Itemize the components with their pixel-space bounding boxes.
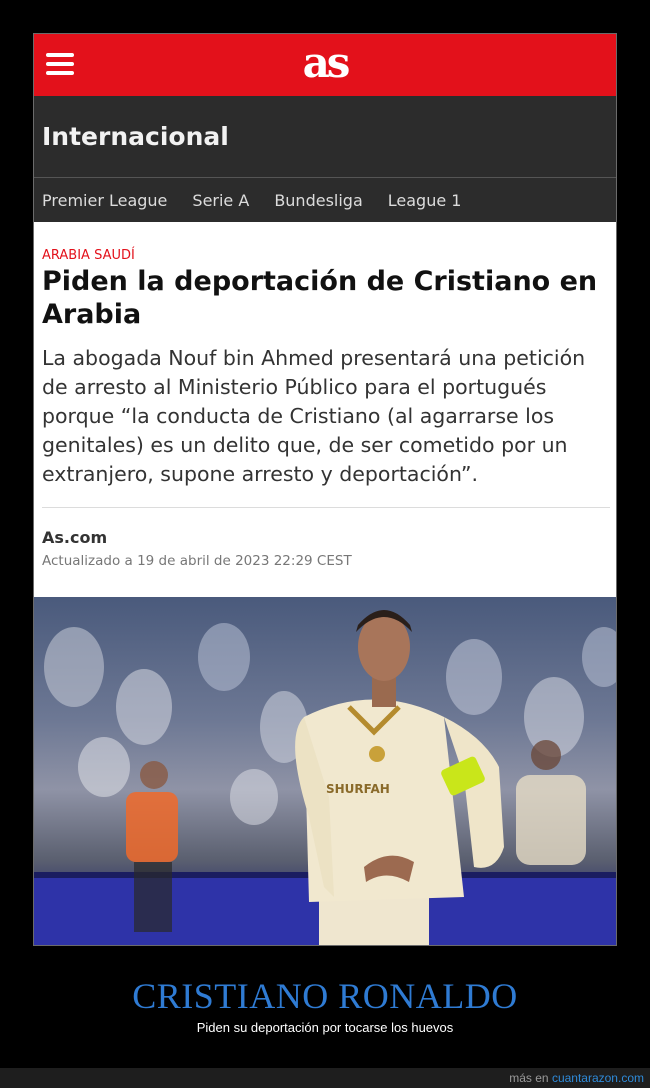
nav-item-league-1[interactable]: League 1 [388, 191, 462, 210]
article-lede: La abogada Nouf bin Ahmed presentará una… [42, 346, 586, 486]
site-header: as [34, 34, 616, 96]
article-body: Arabia Saudí Piden la deportación de Cri… [34, 222, 616, 569]
section-title[interactable]: Internacional [42, 122, 229, 151]
player-photo-illustration: SHURFAH [34, 610, 616, 945]
section-header: Internacional [34, 96, 616, 178]
article-headline: Piden la deportación de Cristiano en Ara… [42, 266, 598, 330]
caption-subtitle: Piden su deportación por tocarse los hue… [196, 1020, 454, 1035]
article-photo: SHURFAH [34, 597, 616, 945]
article-kicker[interactable]: Arabia Saudí [42, 248, 610, 263]
league-nav: Premier League Serie A Bundesliga League… [34, 178, 616, 222]
footer-link[interactable]: cuantarazon.com [552, 1071, 644, 1085]
shirt-sponsor-text: SHURFAH [326, 782, 390, 796]
nav-item-premier-league[interactable]: Premier League [42, 191, 167, 210]
nav-item-serie-a[interactable]: Serie A [192, 191, 249, 210]
divider [42, 507, 610, 508]
nav-item-bundesliga[interactable]: Bundesliga [274, 191, 362, 210]
article-timestamp: Actualizado a 19 de abril de 2023 22:29 … [42, 553, 352, 569]
caption-title: CRISTIANO RONALDO [132, 976, 518, 1016]
footer-bar: más en cuantarazon.com [0, 1068, 650, 1088]
article-byline[interactable]: As.com [42, 528, 610, 547]
article-screenshot: as Internacional Premier League Serie A … [33, 33, 617, 946]
footer-prefix: más en [509, 1071, 549, 1085]
site-logo[interactable]: as [34, 38, 616, 87]
